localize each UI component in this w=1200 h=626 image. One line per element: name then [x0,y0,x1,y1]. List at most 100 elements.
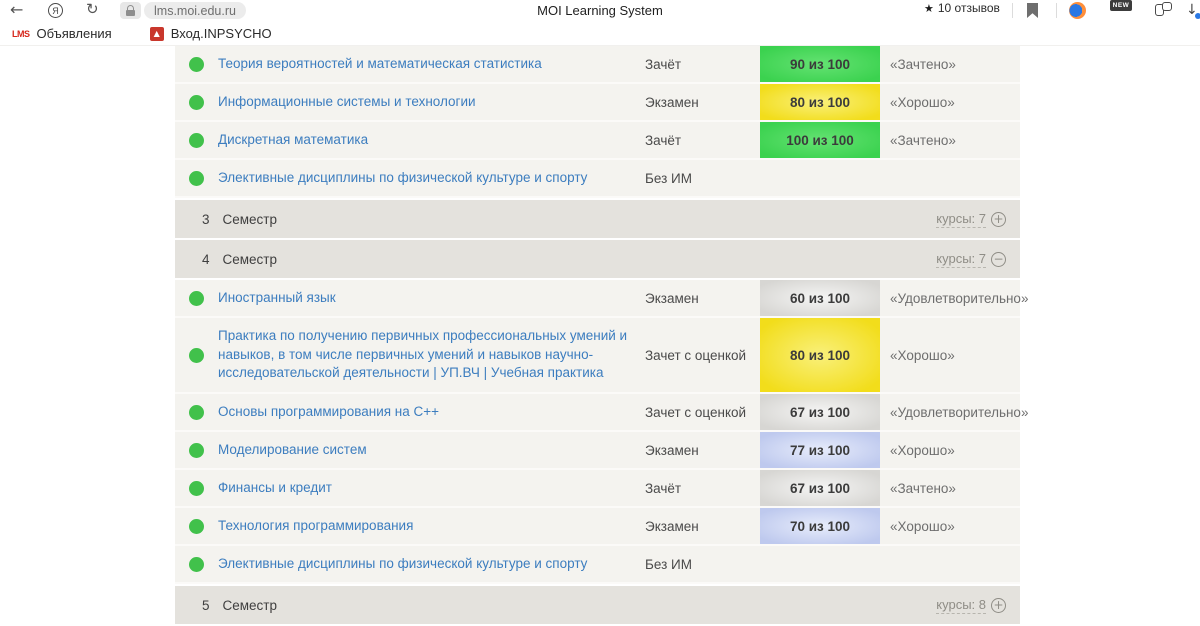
control-type-label: Экзамен [645,291,760,306]
toolbar-divider [1056,3,1057,18]
address-bar[interactable]: lms.moi.edu.ru [144,2,246,19]
semester-toggle-icon[interactable]: − [991,252,1006,267]
refresh-icon[interactable]: ↻ [86,2,99,17]
reviews-count-label: 10 отзывов [938,1,1000,15]
control-type-label: Экзамен [645,519,760,534]
bookmark-vhod-inpsycho[interactable]: ▲ Вход.INPSYCHO [146,24,276,43]
bookmark-flag-icon[interactable] [1027,3,1038,18]
browser-extension-icon[interactable] [1069,2,1086,19]
control-type-label: Зачет с оценкой [645,405,760,420]
red-logo-favicon: ▲ [150,27,164,41]
course-name-link[interactable]: Дискретная математика [218,131,645,150]
site-reviews-widget[interactable]: ★ 10 отзывов [924,1,1000,15]
semester-number: 3 [202,212,210,227]
site-security-lock-icon[interactable] [120,2,141,19]
semester-label: Семестр [223,252,278,267]
semester-header-row: 3 Семестр курсы: 7 + [175,200,1020,238]
semester-header-row: 5 Семестр курсы: 8 + [175,586,1020,624]
control-type-label: Зачет с оценкой [645,348,760,363]
course-name-link[interactable]: Иностранный язык [218,289,645,308]
status-dot-icon [189,171,204,186]
status-dot-icon [189,519,204,534]
course-name-link[interactable]: Основы программирования на C++ [218,403,645,422]
course-row: Теория вероятностей и математическая ста… [175,46,1020,84]
star-icon: ★ [924,2,934,15]
lock-body [126,10,135,16]
semester-number: 4 [202,252,210,267]
control-type-label: Экзамен [645,443,760,458]
status-dot-icon [189,348,204,363]
course-row: Элективные дисциплины по физической куль… [175,546,1020,584]
downloads-icon[interactable]: ↓ [1186,1,1200,21]
course-row: Финансы и кредит Зачёт 67 из 100 «Зачтен… [175,470,1020,508]
score-badge: 67 из 100 [760,470,880,506]
collections-icon[interactable] [1155,2,1173,18]
status-dot-icon [189,481,204,496]
control-type-label: Без ИМ [645,557,760,572]
bookmark-announcements[interactable]: LMS Объявления [8,24,116,43]
course-row: Технология программирования Экзамен 70 и… [175,508,1020,546]
back-icon[interactable]: ← [10,2,23,18]
semester-courses-link[interactable]: курсы: 8 [936,597,986,614]
score-badge: 80 из 100 [760,318,880,392]
course-row: Дискретная математика Зачёт 100 из 100 «… [175,122,1020,160]
control-type-label: Зачёт [645,481,760,496]
semester-label: Семестр [223,212,278,227]
status-dot-icon [189,133,204,148]
grade-label: «Удовлетворительно» [880,291,1020,306]
grade-label: «Зачтено» [880,481,1020,496]
score-badge: 70 из 100 [760,508,880,544]
grade-label: «Хорошо» [880,95,1020,110]
control-type-label: Зачёт [645,57,760,72]
score-badge: 60 из 100 [760,280,880,316]
yandex-home-icon[interactable]: Я [48,3,63,18]
course-row: Элективные дисциплины по физической куль… [175,160,1020,198]
course-row: Основы программирования на C++ Зачет с о… [175,394,1020,432]
score-badge: 77 из 100 [760,432,880,468]
score-badge: 100 из 100 [760,122,880,158]
score-badge: 90 из 100 [760,46,880,82]
status-dot-icon [189,443,204,458]
course-row: Практика по получению первичных професси… [175,318,1020,394]
download-notification-dot [1195,13,1200,19]
course-name-link[interactable]: Теория вероятностей и математическая ста… [218,55,645,74]
grade-label: «Хорошо» [880,443,1020,458]
course-name-link[interactable]: Элективные дисциплины по физической куль… [218,555,645,574]
lms-favicon: LMS [12,29,30,39]
course-name-link[interactable]: Финансы и кредит [218,479,645,498]
status-dot-icon [189,557,204,572]
control-type-label: Экзамен [645,95,760,110]
course-name-link[interactable]: Практика по получению первичных професси… [218,327,645,384]
score-badge [760,546,880,582]
control-type-label: Зачёт [645,133,760,148]
control-type-label: Без ИМ [645,171,760,186]
bookmarks-bar: LMS Объявления ▲ Вход.INPSYCHO [0,22,1200,46]
grade-label: «Хорошо» [880,348,1020,363]
grade-label: «Удовлетворительно» [880,405,1020,420]
course-name-link[interactable]: Элективные дисциплины по физической куль… [218,169,645,188]
status-dot-icon [189,57,204,72]
course-row: Информационные системы и технологии Экза… [175,84,1020,122]
semester-courses-link[interactable]: курсы: 7 [936,211,986,228]
course-name-link[interactable]: Технология программирования [218,517,645,536]
course-name-link[interactable]: Информационные системы и технологии [218,93,645,112]
grade-label: «Хорошо» [880,519,1020,534]
semester-courses-link[interactable]: курсы: 7 [936,251,986,268]
extension-new-icon[interactable]: NEW [1110,0,1132,21]
new-badge: NEW [1110,0,1132,11]
status-dot-icon [189,95,204,110]
status-dot-icon [189,405,204,420]
toolbar-divider [1012,3,1013,18]
course-row: Моделирование систем Экзамен 77 из 100 «… [175,432,1020,470]
score-badge: 80 из 100 [760,84,880,120]
semester-toggle-icon[interactable]: + [991,212,1006,227]
semester-header-row: 4 Семестр курсы: 7 − [175,240,1020,278]
browser-toolbar: ← Я ↻ lms.moi.edu.ru MOI Learning System… [0,0,1200,22]
course-name-link[interactable]: Моделирование систем [218,441,645,460]
course-row: Иностранный язык Экзамен 60 из 100 «Удов… [175,280,1020,318]
score-badge [760,160,880,196]
grade-label: «Зачтено» [880,133,1020,148]
score-badge: 67 из 100 [760,394,880,430]
grade-label: «Зачтено» [880,57,1020,72]
status-dot-icon [189,291,204,306]
